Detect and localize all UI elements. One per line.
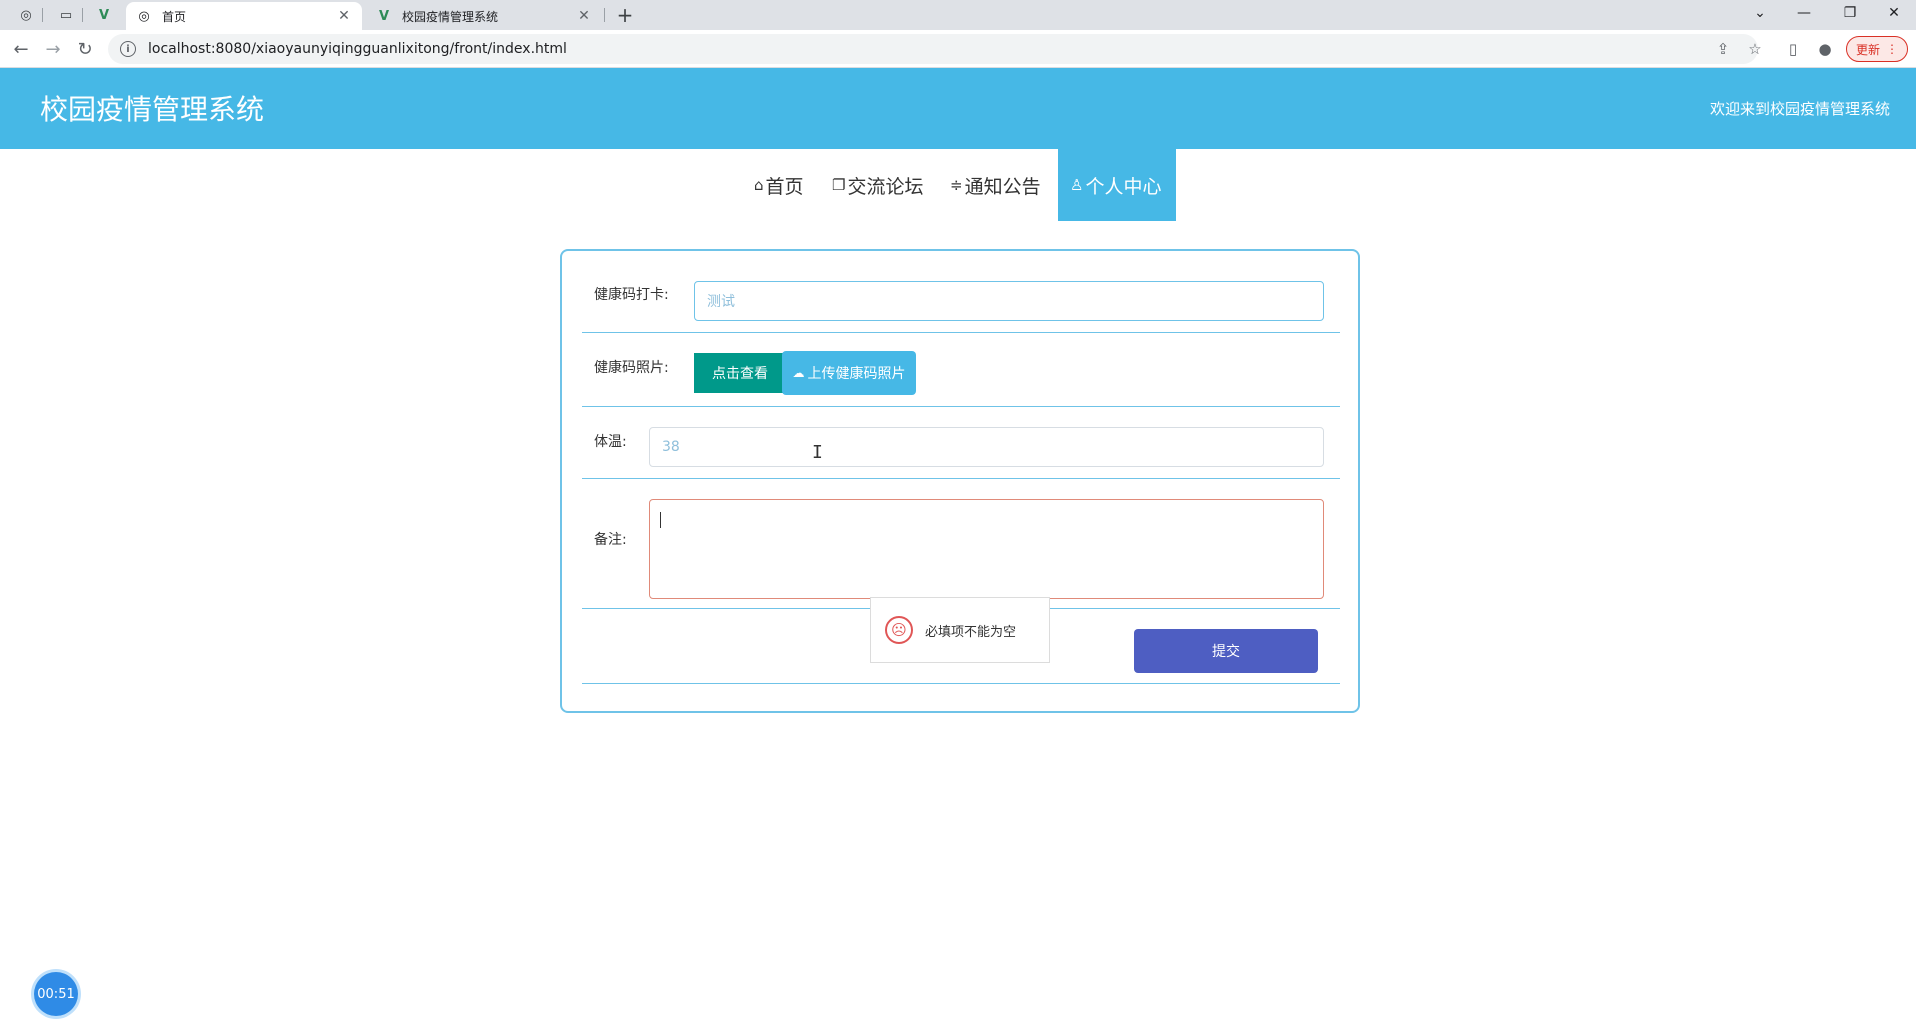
remark-textarea[interactable] bbox=[649, 499, 1324, 599]
submit-button[interactable]: 提交 bbox=[1134, 629, 1318, 673]
star-icon[interactable]: ☆ bbox=[1744, 38, 1766, 60]
more-vert-icon: ⋮ bbox=[1886, 42, 1898, 56]
form-row-remark: 备注: bbox=[582, 479, 1340, 609]
nav-label: 个人中心 bbox=[1085, 175, 1162, 198]
tab-title: 首页 bbox=[162, 9, 187, 24]
cloud-upload-icon: ☁ bbox=[792, 366, 805, 380]
health-code-input[interactable]: 测试 bbox=[694, 281, 1324, 321]
globe-icon[interactable]: ◎ bbox=[14, 4, 38, 26]
nav-label: 交流论坛 bbox=[847, 175, 924, 198]
forward-arrow-icon[interactable]: → bbox=[40, 36, 66, 62]
close-icon[interactable]: ✕ bbox=[336, 8, 352, 24]
browser-tab-bar: ◎ ▭ V ◎ 首页 ✕ V 校园疫情管理系统 ✕ + ⌄ — ❐ ✕ bbox=[0, 0, 1916, 30]
photo-label: 健康码照片: bbox=[594, 360, 669, 376]
upload-photo-button[interactable]: ☁ 上传健康码照片 bbox=[782, 351, 916, 395]
nav-item-home[interactable]: ⌂ 首页 bbox=[754, 149, 804, 221]
form-row-temperature: 体温: 38 bbox=[582, 407, 1340, 479]
view-photo-button[interactable]: 点击查看 bbox=[694, 353, 786, 393]
window-close-icon[interactable]: ✕ bbox=[1872, 0, 1916, 26]
temperature-input[interactable]: 38 bbox=[649, 427, 1324, 467]
new-tab-button[interactable]: + bbox=[612, 3, 638, 27]
tab-system[interactable]: V 校园疫情管理系统 ✕ bbox=[366, 2, 602, 30]
tab-title: 校园疫情管理系统 bbox=[402, 9, 499, 24]
text-cursor-icon: I bbox=[812, 442, 823, 463]
form-row-photo: 健康码照片: 点击查看 ☁ 上传健康码照片 bbox=[582, 333, 1340, 407]
nav-label: 通知公告 bbox=[964, 175, 1041, 198]
vue-logo-icon[interactable]: V bbox=[92, 4, 116, 26]
remark-label: 备注: bbox=[594, 532, 627, 548]
site-title: 校园疫情管理系统 bbox=[40, 93, 265, 126]
url-text: localhost:8080/xiaoyaunyiqingguanlixiton… bbox=[148, 41, 567, 57]
profile-icon[interactable]: ● bbox=[1814, 38, 1836, 60]
address-bar: ← → ↻ i localhost:8080/xiaoyaunyiqinggua… bbox=[0, 30, 1916, 68]
reload-icon[interactable]: ↻ bbox=[72, 36, 98, 62]
minimize-icon[interactable]: — bbox=[1782, 0, 1826, 26]
globe-icon: ◎ bbox=[138, 8, 150, 24]
recording-timer[interactable]: 00:51 bbox=[34, 972, 78, 1016]
site-header: 校园疫情管理系统 欢迎来到校园疫情管理系统 bbox=[0, 68, 1916, 149]
home-icon: ⌂ bbox=[754, 176, 764, 194]
side-panel-icon[interactable]: ▯ bbox=[1782, 38, 1804, 60]
sad-face-icon: ☹ bbox=[885, 616, 913, 644]
text-caret bbox=[660, 512, 661, 528]
close-icon[interactable]: ✕ bbox=[576, 8, 592, 24]
info-icon[interactable]: i bbox=[120, 41, 136, 57]
update-label: 更新 bbox=[1855, 42, 1880, 57]
update-button[interactable]: 更新 ⋮ bbox=[1846, 36, 1908, 62]
share-icon[interactable]: ⇪ bbox=[1712, 38, 1734, 60]
restore-icon[interactable]: ❐ bbox=[1828, 0, 1872, 26]
error-toast: ☹ 必填项不能为空 bbox=[870, 597, 1050, 663]
main-nav: ⌂ 首页 ❐ 交流论坛 ≑ 通知公告 ♙ 个人中心 bbox=[0, 149, 1916, 221]
form-row-health-code: 健康码打卡: 测试 bbox=[582, 251, 1340, 333]
filter-icon: ≑ bbox=[950, 176, 963, 194]
back-arrow-icon[interactable]: ← bbox=[8, 36, 34, 62]
nav-item-profile[interactable]: ♙ 个人中心 bbox=[1058, 149, 1176, 221]
health-code-label: 健康码打卡: bbox=[594, 287, 669, 303]
user-icon: ♙ bbox=[1070, 176, 1084, 194]
upload-label: 上传健康码照片 bbox=[807, 366, 906, 382]
tab-home[interactable]: ◎ 首页 ✕ bbox=[126, 2, 362, 30]
chevron-down-icon[interactable]: ⌄ bbox=[1738, 0, 1782, 26]
blank-page-icon[interactable]: ▭ bbox=[54, 4, 78, 26]
book-icon: ❐ bbox=[832, 176, 846, 194]
nav-item-forum[interactable]: ❐ 交流论坛 bbox=[832, 149, 923, 221]
vue-logo-icon: V bbox=[378, 8, 390, 24]
temperature-label: 体温: bbox=[594, 434, 627, 450]
error-message: 必填项不能为空 bbox=[925, 624, 1017, 640]
url-field[interactable]: i localhost:8080/xiaoyaunyiqingguanlixit… bbox=[108, 34, 1758, 64]
welcome-text: 欢迎来到校园疫情管理系统 bbox=[1709, 100, 1890, 118]
nav-item-notice[interactable]: ≑ 通知公告 bbox=[950, 149, 1041, 221]
nav-label: 首页 bbox=[765, 175, 804, 198]
